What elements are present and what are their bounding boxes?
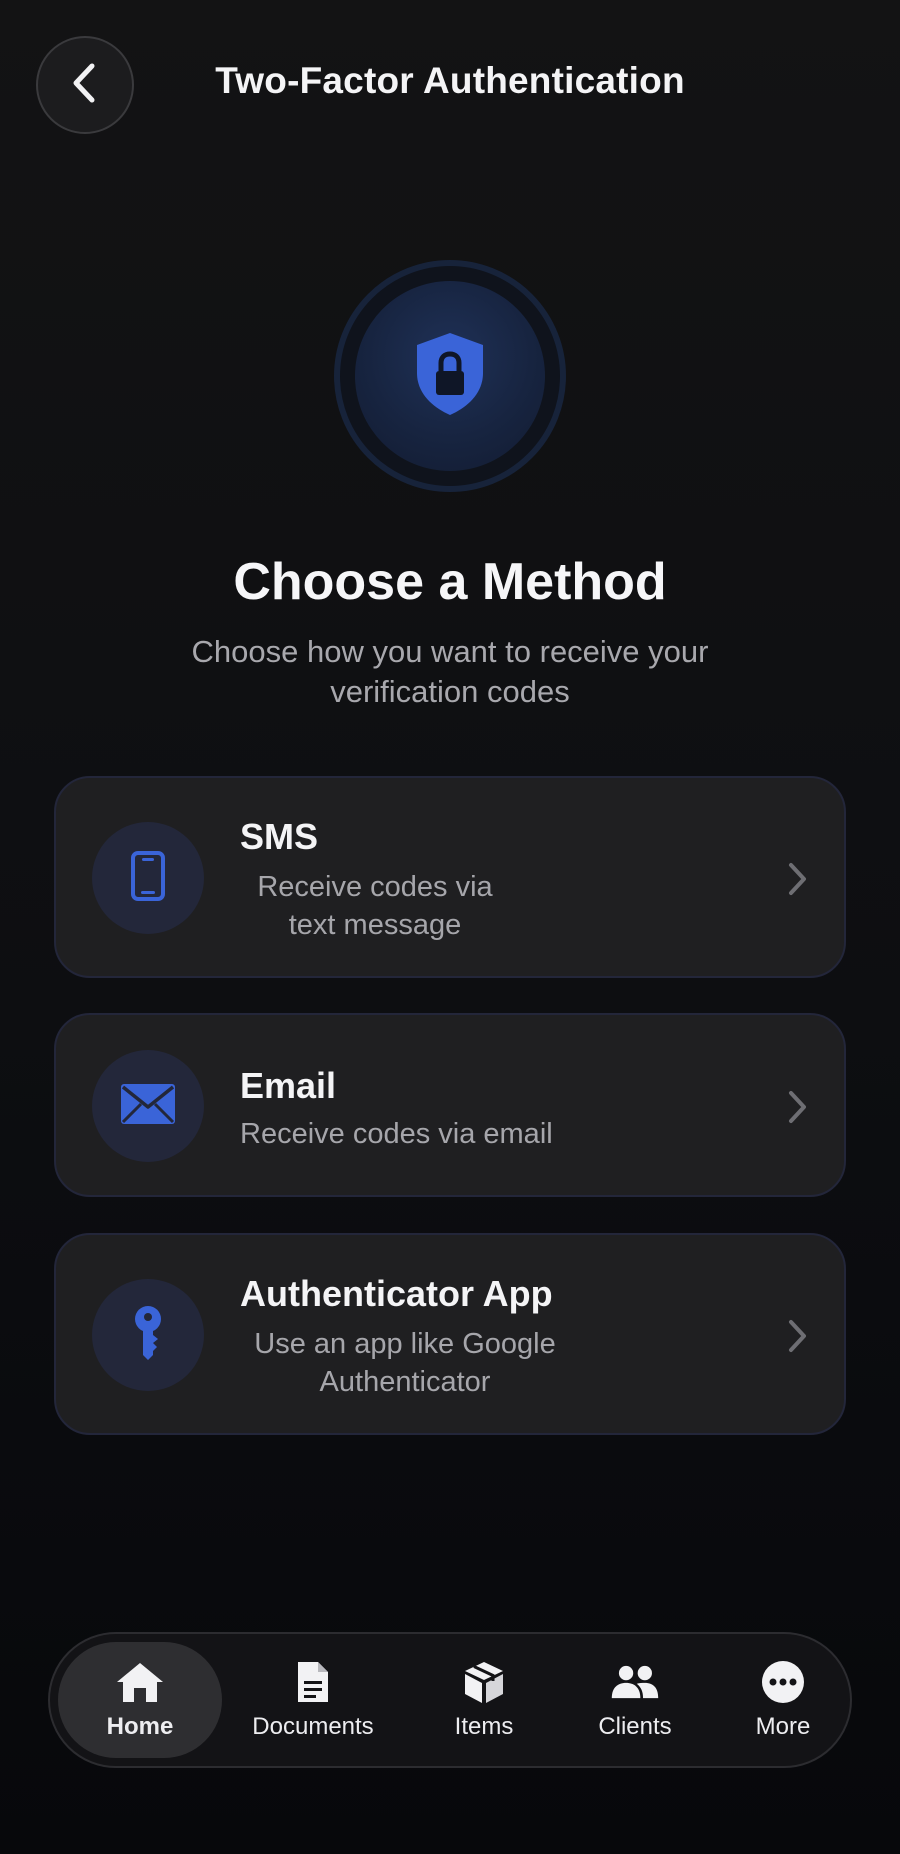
tab-label: Documents (252, 1713, 374, 1740)
chevron-right-icon (784, 859, 810, 899)
phone-icon (130, 850, 166, 907)
method-description: Use an app like Google Authenticator (254, 1328, 556, 1398)
mail-icon (120, 1083, 176, 1130)
tab-more[interactable]: More (720, 1642, 846, 1758)
method-icon-circle (92, 1050, 204, 1162)
method-title: Authenticator App (240, 1273, 553, 1314)
method-icon-circle (92, 1279, 204, 1391)
tab-home[interactable]: Home (58, 1642, 222, 1758)
tab-label: More (755, 1713, 811, 1740)
tab-label: Home (106, 1713, 174, 1740)
home-icon (115, 1659, 165, 1705)
more-icon (758, 1659, 808, 1705)
key-icon (132, 1305, 164, 1366)
method-card-authenticator[interactable]: Authenticator App Use an app like Google… (54, 1233, 846, 1435)
tab-items[interactable]: Items (414, 1642, 554, 1758)
tab-label: Items (454, 1713, 514, 1740)
method-title: Email (240, 1065, 337, 1106)
section-subtitle: Choose how you want to receive your veri… (191, 634, 709, 709)
tab-label: Clients (598, 1713, 672, 1740)
chevron-right-icon (784, 1316, 810, 1356)
method-card-sms[interactable]: SMS Receive codes via text message (54, 776, 846, 978)
chevron-right-icon (784, 1087, 810, 1127)
method-title: SMS (240, 816, 319, 857)
tab-documents[interactable]: Documents (228, 1642, 398, 1758)
box-icon (459, 1659, 509, 1705)
tab-clients[interactable]: Clients (560, 1642, 710, 1758)
method-description: Receive codes via email (240, 1118, 553, 1150)
people-icon (610, 1659, 660, 1705)
method-icon-circle (92, 822, 204, 934)
document-icon (288, 1659, 338, 1705)
method-description: Receive codes via text message (257, 871, 493, 941)
section-title: Choose a Method (233, 553, 667, 611)
two-factor-screen: Two-Factor Authentication Choose a Metho… (0, 0, 900, 1854)
bottom-tab-bar: Home Documents Items Clients More (48, 1632, 852, 1768)
shield-lock-icon (413, 331, 487, 422)
page-title: Two-Factor Authentication (215, 60, 685, 101)
method-card-email[interactable]: Email Receive codes via email (54, 1013, 846, 1197)
hero-badge (355, 281, 545, 471)
